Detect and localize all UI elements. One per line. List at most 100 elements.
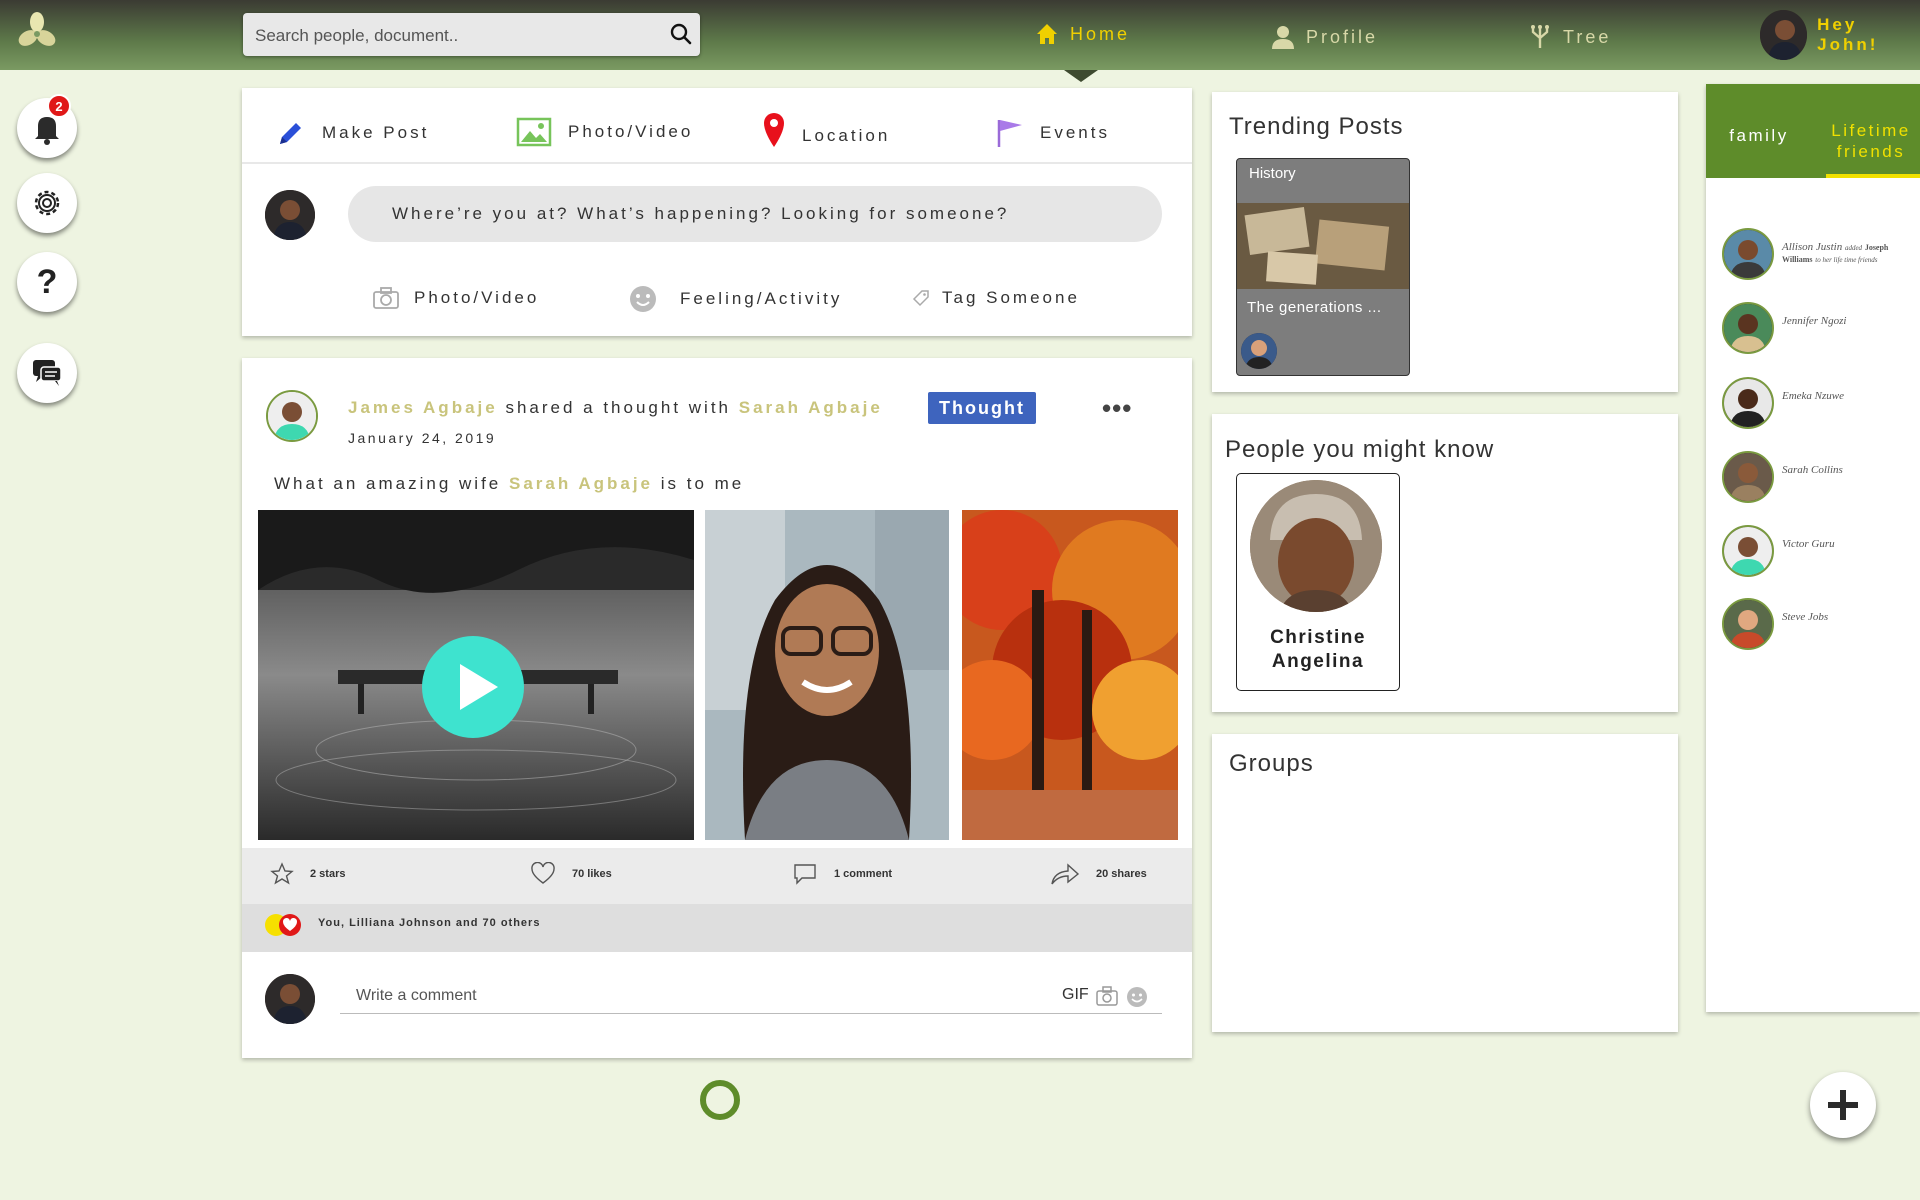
search-input[interactable] [253, 23, 657, 49]
friend-avatar [1722, 302, 1774, 354]
feeling-activity-button[interactable]: Feeling/Activity [628, 284, 842, 314]
post-photo-autumn[interactable] [962, 510, 1178, 840]
reaction-icons[interactable] [264, 912, 304, 938]
home-icon [1037, 24, 1057, 44]
nav-home[interactable]: Home [1034, 16, 1130, 52]
add-button[interactable] [1810, 1072, 1876, 1138]
friend-avatar [1722, 377, 1774, 429]
likes-count: 70 likes [572, 868, 612, 880]
nav-tree[interactable]: Tree [1527, 19, 1611, 55]
tab-events[interactable]: Events [996, 118, 1110, 148]
gear-icon [34, 190, 60, 216]
notifications-button[interactable]: 2 [17, 94, 77, 158]
question-icon: ? [36, 262, 58, 301]
suggested-person-card[interactable]: Christine Angelina [1236, 473, 1400, 691]
notification-badge: 2 [47, 94, 71, 118]
post-author-avatar[interactable] [266, 390, 318, 442]
plus-icon [1828, 1090, 1858, 1120]
image-icon [516, 117, 552, 147]
trending-title: Trending Posts [1229, 113, 1404, 140]
tab-lifetime-line1: Lifetime [1831, 121, 1911, 140]
groups-card [1212, 734, 1678, 1032]
star-icon [270, 862, 294, 885]
likes-stat[interactable]: 70 likes [530, 862, 612, 886]
comment-avatar [265, 974, 315, 1024]
friend-item[interactable]: Jennifer Ngozi [1722, 302, 1846, 354]
heart-icon [531, 862, 555, 884]
composer-avatar [265, 190, 315, 240]
flag-icon [997, 120, 1022, 147]
friend-note-post: to her life time friends [1815, 256, 1878, 264]
tab-make-post[interactable]: Make Post [276, 118, 429, 148]
nav-profile[interactable]: Profile [1270, 19, 1378, 55]
user-icon [1272, 26, 1294, 49]
trending-category: History [1249, 165, 1296, 182]
comments-stat[interactable]: 1 comment [792, 862, 892, 886]
active-nav-caret [1064, 70, 1098, 82]
shares-stat[interactable]: 20 shares [1050, 862, 1147, 886]
loading-spinner [700, 1080, 740, 1120]
search-icon[interactable] [670, 23, 692, 45]
nav-home-label: Home [1070, 23, 1131, 44]
more-options-icon[interactable]: ••• [1102, 395, 1132, 421]
tab-location[interactable]: Location [762, 112, 890, 148]
app-logo[interactable] [14, 8, 60, 54]
composer-input[interactable] [348, 186, 1162, 242]
friend-activity: Allison Justin added Joseph Williams to … [1782, 242, 1920, 266]
camera-icon [373, 287, 399, 309]
tree-icon [1531, 25, 1549, 48]
settings-button[interactable] [17, 173, 77, 233]
trending-post-card[interactable]: History The generations ... [1236, 158, 1410, 376]
search-bar [243, 13, 700, 56]
stars-stat[interactable]: 2 stars [270, 862, 345, 886]
post-header: James Agbaje shared a thought with Sarah… [348, 398, 883, 418]
stars-count: 2 stars [310, 868, 346, 880]
tab-lifetime-friends[interactable]: Lifetime friends [1822, 120, 1920, 162]
reactions-summary[interactable]: You, Lilliana Johnson and 70 others [318, 917, 540, 929]
tab-location-label: Location [802, 126, 891, 145]
comments-count: 1 comment [834, 868, 893, 880]
post-photo-portrait[interactable] [705, 510, 949, 840]
friend-item[interactable]: Steve Jobs [1722, 598, 1828, 650]
messages-button[interactable] [17, 343, 77, 403]
friend-name: Jennifer Ngozi [1782, 315, 1847, 327]
comment-input[interactable] [340, 978, 1162, 1014]
friend-item[interactable]: Sarah Collins [1722, 451, 1843, 503]
post-text: What an amazing wife Sarah Agbaje is to … [274, 474, 744, 494]
comment-emoji-icon[interactable] [1126, 986, 1148, 1008]
thought-badge: Thought [928, 392, 1036, 424]
friend-item[interactable]: Allison Justin added Joseph Williams to … [1722, 228, 1920, 280]
suggested-person-first-name: Christine [1270, 627, 1366, 648]
friend-avatar [1722, 228, 1774, 280]
play-button[interactable] [422, 636, 524, 738]
tab-events-label: Events [1040, 123, 1110, 142]
post-author-name[interactable]: James Agbaje [348, 398, 498, 417]
friend-avatar [1722, 525, 1774, 577]
friend-item[interactable]: Emeka Nzuwe [1722, 377, 1844, 429]
post-date: January 24, 2019 [348, 430, 497, 446]
friend-item[interactable]: Victor Guru [1722, 525, 1835, 577]
user-avatar [1760, 10, 1808, 60]
greeting-label: Hey John! [1817, 15, 1879, 54]
trending-photo [1237, 203, 1409, 289]
post-video[interactable] [258, 510, 694, 840]
gif-button[interactable]: GIF [1062, 986, 1089, 1004]
tag-icon [912, 290, 929, 307]
active-tab-underline [1826, 174, 1920, 178]
post-recipient-name[interactable]: Sarah Agbaje [739, 398, 883, 417]
tab-make-post-label: Make Post [322, 123, 430, 142]
friend-note-pre: added [1844, 244, 1863, 252]
post-text-mention[interactable]: Sarah Agbaje [509, 474, 653, 493]
comment-camera-icon[interactable] [1096, 986, 1118, 1006]
composer-photo-video-button[interactable]: Photo/Video [372, 286, 539, 310]
suggested-person-last-name: Angelina [1271, 651, 1365, 672]
people-title: People you might know [1225, 436, 1495, 463]
help-button[interactable]: ? [17, 252, 77, 312]
tag-someone-button[interactable]: Tag Someone [912, 288, 1080, 308]
top-bar: Home Profile Tree Hey John! [0, 0, 1920, 70]
friend-name: Allison Justin [1782, 241, 1843, 253]
nav-account[interactable]: Hey John! [1760, 10, 1920, 60]
tab-photo-video[interactable]: Photo/Video [516, 117, 693, 147]
tab-family[interactable]: family [1714, 126, 1804, 146]
share-icon [1051, 863, 1080, 885]
